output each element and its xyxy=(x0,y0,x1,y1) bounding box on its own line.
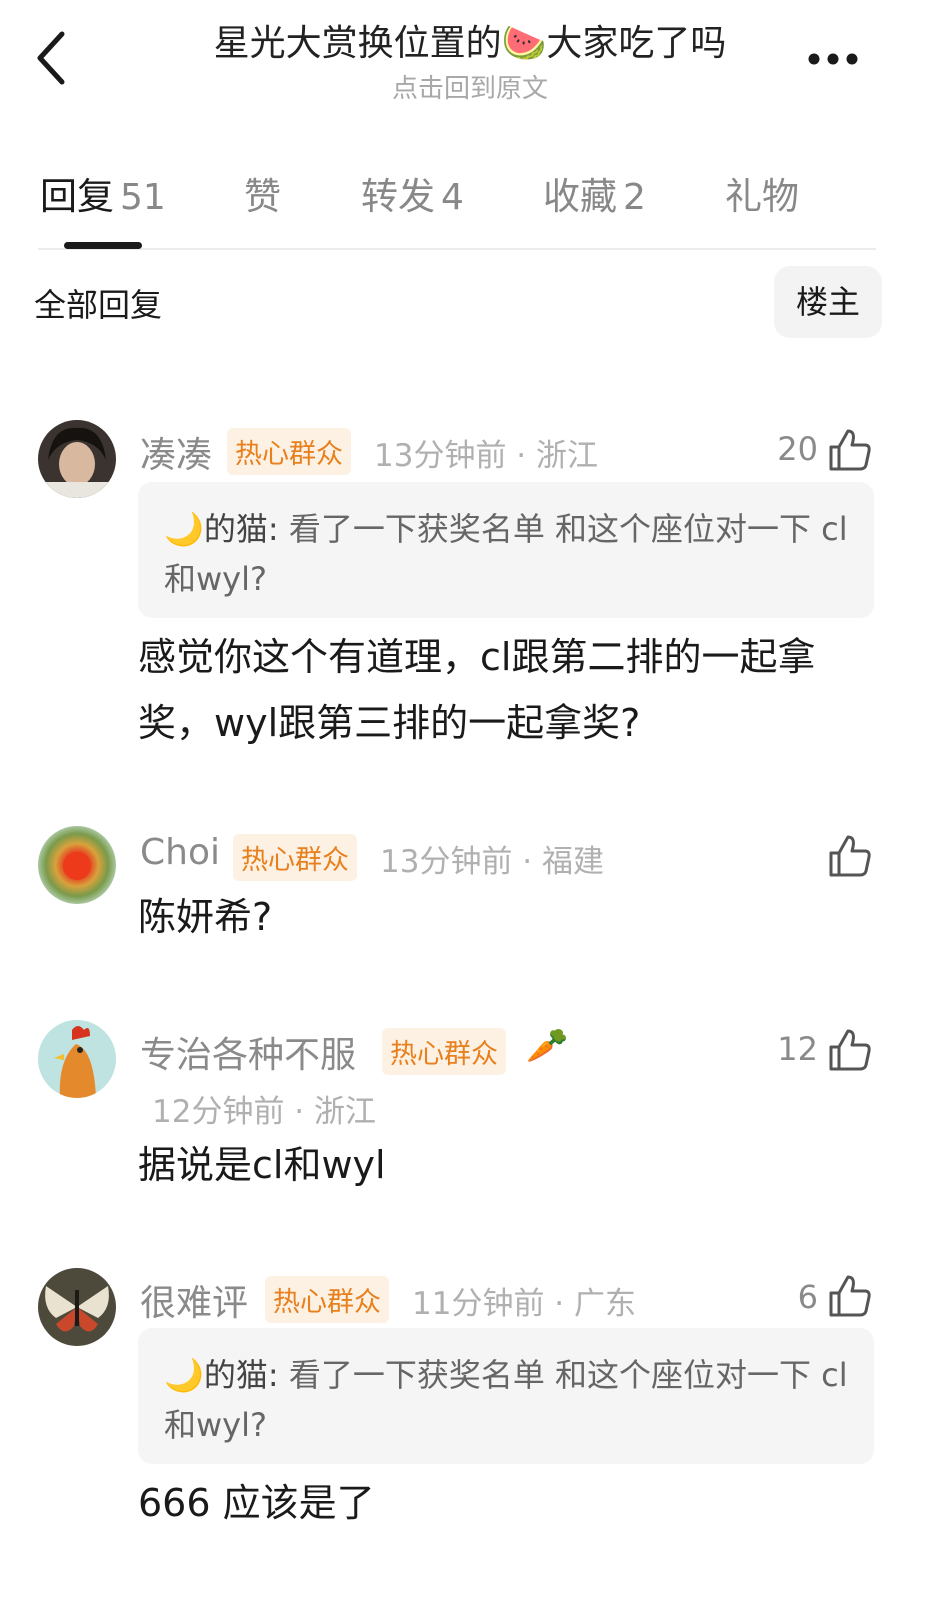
hot-citizen-badge: 热心群众 xyxy=(265,1276,389,1323)
like-button[interactable] xyxy=(828,834,872,878)
quoted-reply-text: 🌙的猫: 看了一下获奖名单 和这个座位对一下 cl和wyl? xyxy=(164,504,854,604)
quoted-reply[interactable]: 🌙的猫: 看了一下获奖名单 和这个座位对一下 cl和wyl? xyxy=(138,482,874,618)
tab-gifts-label: 礼物 xyxy=(725,175,799,218)
back-button[interactable] xyxy=(28,28,76,88)
thumbs-up-icon xyxy=(829,1029,871,1071)
comment-meta: 12分钟前 · 浙江 xyxy=(152,1094,377,1130)
hot-citizen-badge: 热心群众 xyxy=(233,834,357,881)
comment-username[interactable]: 凑凑 xyxy=(140,426,212,478)
comment-body: 陈妍希? xyxy=(138,895,273,939)
more-dots-icon xyxy=(808,53,858,65)
like-button[interactable] xyxy=(828,1028,872,1072)
comment-meta: 11分钟前 · 广东 xyxy=(412,1286,637,1322)
op-filter-button[interactable]: 楼主 xyxy=(774,266,882,338)
tab-likes-label: 赞 xyxy=(244,175,281,218)
comment-username[interactable]: 很难评 xyxy=(140,1274,248,1326)
user-avatar-image xyxy=(38,1020,116,1098)
tab-reposts-label: 转发 xyxy=(361,175,435,218)
post-title[interactable]: 星光大赏换位置的🍉大家吃了吗 xyxy=(140,14,800,66)
quoted-reply-text: 🌙的猫: 看了一下获奖名单 和这个座位对一下 cl和wyl? xyxy=(164,1350,854,1450)
carrot-icon: 🥕 xyxy=(526,1026,569,1066)
tab-gifts[interactable]: 礼物 xyxy=(725,166,799,220)
chevron-left-icon xyxy=(37,31,65,85)
avatar[interactable] xyxy=(38,1020,116,1098)
user-avatar-image xyxy=(38,420,116,498)
tab-favorites-label: 收藏 xyxy=(543,175,617,218)
comment-body: 感觉你这个有道理，cl跟第二排的一起拿奖，wyl跟第三排的一起拿奖? xyxy=(138,635,816,745)
hot-citizen-badge: 热心群众 xyxy=(382,1028,506,1075)
avatar[interactable] xyxy=(38,1268,116,1346)
comment-username[interactable]: Choi xyxy=(140,832,220,873)
thumbs-up-icon xyxy=(829,835,871,877)
comment-body: 据说是cl和wyl xyxy=(138,1143,386,1187)
tab-replies-count: 51 xyxy=(120,177,166,218)
all-replies-label[interactable]: 全部回复 xyxy=(34,280,162,326)
comment-body: 666 应该是了 xyxy=(138,1481,375,1525)
tab-replies-label: 回复 xyxy=(40,175,114,218)
avatar[interactable] xyxy=(38,420,116,498)
quoted-author: 🌙的猫: xyxy=(164,1356,279,1394)
like-button[interactable] xyxy=(828,428,872,472)
like-count: 12 xyxy=(777,1030,818,1068)
active-tab-indicator xyxy=(64,242,142,249)
like-button[interactable] xyxy=(828,1274,872,1318)
tab-likes[interactable]: 赞 xyxy=(244,166,281,220)
user-avatar-image xyxy=(38,826,116,904)
thumbs-up-icon xyxy=(829,429,871,471)
tab-reposts[interactable]: 转发 4 xyxy=(361,166,464,220)
user-avatar-image xyxy=(38,1268,116,1346)
like-count: 6 xyxy=(797,1278,818,1316)
tab-replies[interactable]: 回复 51 xyxy=(40,166,166,220)
avatar[interactable] xyxy=(38,826,116,904)
thumbs-up-icon xyxy=(829,1275,871,1317)
tab-favorites-count: 2 xyxy=(623,177,646,218)
back-to-original-link[interactable]: 点击回到原文 xyxy=(140,68,800,105)
quoted-reply[interactable]: 🌙的猫: 看了一下获奖名单 和这个座位对一下 cl和wyl? xyxy=(138,1328,874,1464)
comment-meta: 13分钟前 · 福建 xyxy=(380,844,605,880)
tab-reposts-count: 4 xyxy=(441,177,464,218)
comment-username[interactable]: 专治各种不服 xyxy=(140,1026,356,1078)
tab-favorites[interactable]: 收藏 2 xyxy=(543,166,646,220)
comment-meta: 13分钟前 · 浙江 xyxy=(374,438,599,474)
more-options-button[interactable] xyxy=(800,42,872,76)
like-count: 20 xyxy=(777,430,818,468)
tab-divider xyxy=(38,248,876,250)
quoted-author: 🌙的猫: xyxy=(164,510,279,548)
hot-citizen-badge: 热心群众 xyxy=(227,428,351,475)
